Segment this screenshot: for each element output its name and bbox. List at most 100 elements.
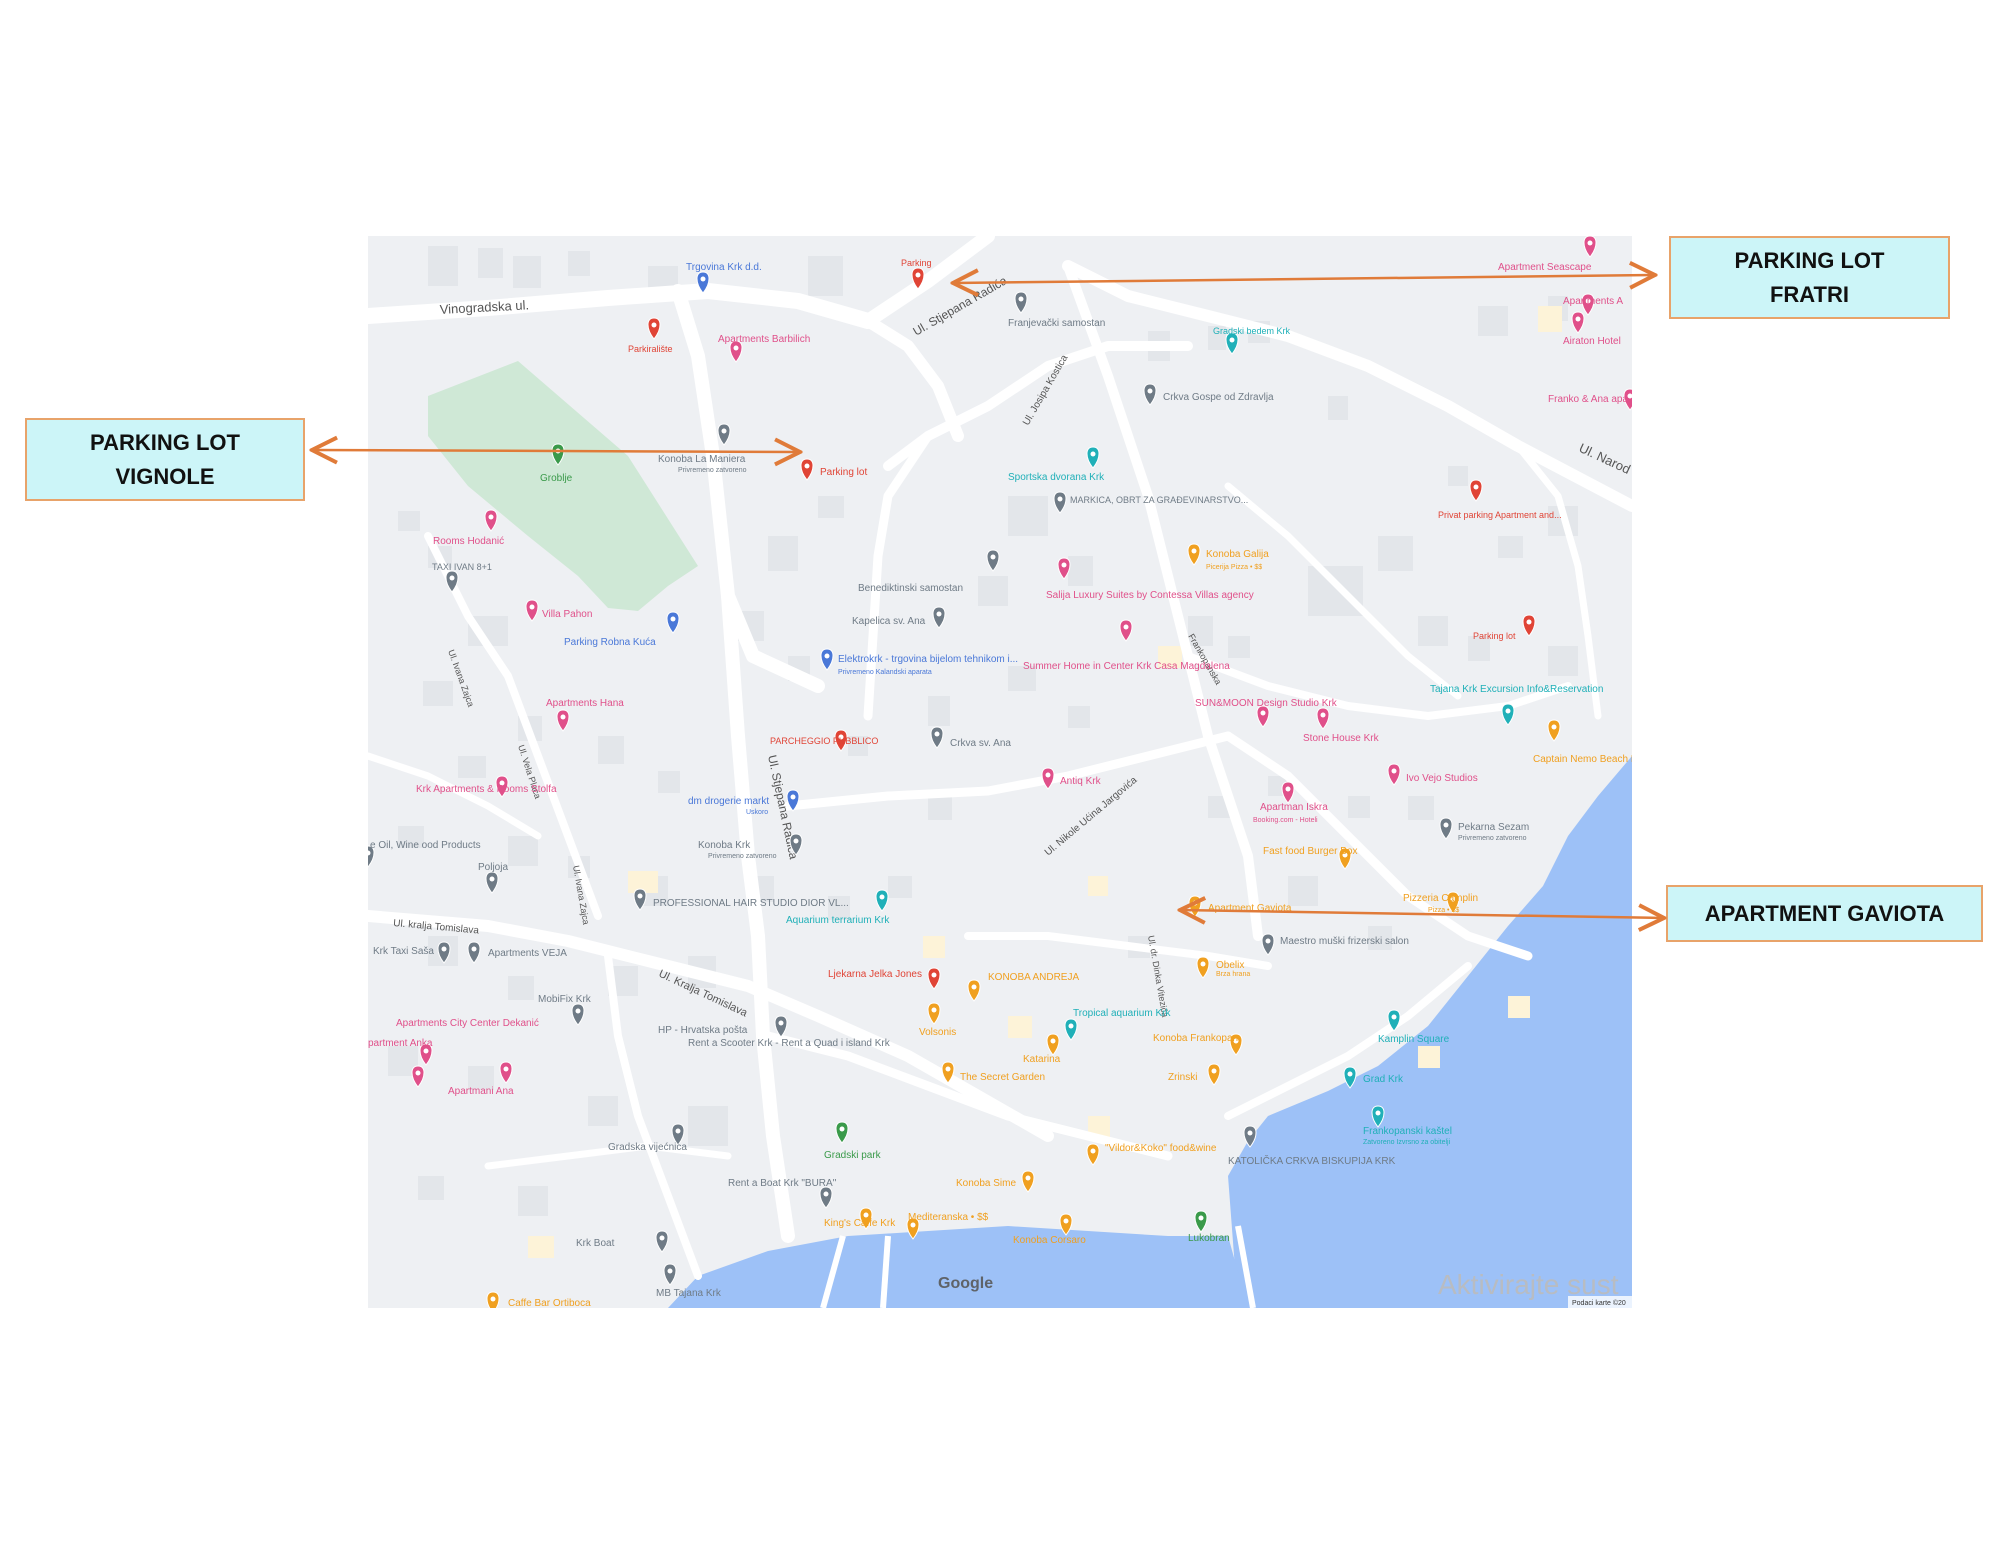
poi-label[interactable]: Rent a Scooter Krk - Rent a Quad i islan… <box>688 1038 891 1049</box>
poi-label[interactable]: Apartment Gaviota <box>1208 903 1292 914</box>
poi-label[interactable]: Fast food Burger Box <box>1263 846 1358 857</box>
poi-label[interactable]: Franko & Ana apa <box>1548 394 1628 405</box>
poi-label[interactable]: Konoba La Maniera <box>658 454 746 465</box>
poi-label[interactable]: Maestro muški frizerski salon <box>1280 936 1409 947</box>
poi-label[interactable]: Krk Taxi Saša <box>373 946 434 957</box>
poi-label[interactable]: MARKICA, OBRT ZA GRAĐEVINARSTVO... <box>1070 495 1248 505</box>
poi-label[interactable]: Katarina <box>1023 1054 1061 1065</box>
callout-parking-lot-vignole: PARKING LOT VIGNOLE <box>25 418 305 501</box>
poi-label[interactable]: Rent a Boat Krk "BURA" <box>728 1178 837 1189</box>
poi-label[interactable]: Trgovina Krk d.d. <box>686 262 762 273</box>
poi-label[interactable]: dm drogerie markt <box>688 796 769 807</box>
poi-label[interactable]: Konoba Sime <box>956 1178 1016 1189</box>
poi-label[interactable]: Kamplin Square <box>1378 1034 1450 1045</box>
poi-label[interactable]: Parkiralište <box>628 344 673 354</box>
poi-label[interactable]: Privremeno zatvoreno <box>708 853 777 860</box>
poi-label[interactable]: Zatvoreno Izvrsno za obitelji <box>1363 1139 1451 1146</box>
poi-label[interactable]: Tajana Krk Excursion Info&Reservation <box>1430 684 1603 695</box>
poi-label[interactable]: Pizzeria Camplin <box>1403 893 1478 904</box>
poi-label[interactable]: Summer Home in Center Krk Casa Magdalena <box>1023 661 1230 672</box>
poi-label[interactable]: Gradski park <box>824 1150 882 1161</box>
poi-label[interactable]: Konoba Frankopan <box>1153 1033 1238 1044</box>
poi-label[interactable]: Konoba Krk <box>698 840 751 851</box>
poi-label[interactable]: Captain Nemo Beach BAR <box>1533 754 1632 765</box>
poi-label[interactable]: Konoba Corsaro <box>1013 1235 1086 1246</box>
poi-label[interactable]: Villa Pahon <box>542 609 592 620</box>
poi-label[interactable]: Konoba Galija <box>1206 549 1269 560</box>
poi-label[interactable]: Apartment Seascape <box>1498 262 1592 273</box>
poi-label[interactable]: Uskoro <box>746 809 768 816</box>
poi-label[interactable]: MB Tajana Krk <box>656 1288 722 1299</box>
poi-label[interactable]: Airaton Hotel <box>1563 336 1621 347</box>
poi-label[interactable]: Zrinski <box>1168 1072 1197 1083</box>
poi-label[interactable]: Parking lot <box>820 467 867 478</box>
poi-label[interactable]: Parking <box>901 258 932 268</box>
poi-label[interactable]: Ljekarna Jelka Jones <box>828 969 922 980</box>
poi-label[interactable]: e Oil, Wine ood Products <box>370 840 481 851</box>
poi-label[interactable]: Volsonis <box>919 1027 956 1038</box>
poi-label[interactable]: Privat parking Apartment and... <box>1438 510 1562 520</box>
activation-watermark: Aktivirajte sust <box>1438 1269 1619 1300</box>
poi-label[interactable]: HP - Hrvatska pošta <box>658 1025 748 1036</box>
poi-label[interactable]: Apartments A <box>1563 296 1623 307</box>
poi-label[interactable]: Gradski bedem Krk <box>1213 326 1291 336</box>
map-pin-icon[interactable] <box>486 1291 500 1308</box>
poi-label[interactable]: Privremeno zatvoreno <box>1458 835 1527 842</box>
poi-label[interactable]: Stone House Krk <box>1303 733 1380 744</box>
poi-label[interactable]: partment Anka <box>368 1038 433 1049</box>
map-data-credit: Podaci karte ©20 <box>1572 1299 1626 1307</box>
poi-label[interactable]: Franjevački samostan <box>1008 318 1105 329</box>
poi-label[interactable]: Caffe Bar Ortiboca <box>508 1298 591 1308</box>
poi-label[interactable]: Poljoja <box>478 862 508 873</box>
poi-label[interactable]: Krk Boat <box>576 1238 615 1249</box>
poi-label[interactable]: Aquarium terrarium Krk <box>786 915 890 926</box>
map-view[interactable]: Vinogradska ul. Ul. Stjepana Radića Ul. St… <box>368 236 1632 1308</box>
poi-label[interactable]: SUN&MOON Design Studio Krk <box>1195 698 1338 709</box>
poi-label[interactable]: Gradska vijećnica <box>608 1142 687 1153</box>
poi-label[interactable]: Apartmani Ana <box>448 1086 514 1097</box>
poi-label[interactable]: Lukobran <box>1188 1233 1230 1244</box>
poi-label[interactable]: Pizza • $$ <box>1428 907 1459 914</box>
poi-label[interactable]: TAXI IVAN 8+1 <box>432 562 492 572</box>
poi-label[interactable]: Apartments City Center Dekanić <box>396 1018 539 1029</box>
poi-label[interactable]: Kapelica sv. Ana <box>852 616 926 627</box>
poi-label[interactable]: Crkva Gospe od Zdravlja <box>1163 392 1274 403</box>
poi-label[interactable]: Obelix <box>1216 960 1244 971</box>
poi-label[interactable]: Picerija Pizza • $$ <box>1206 564 1262 571</box>
poi-label[interactable]: Rooms Hodanić <box>433 536 504 547</box>
callout-parking-lot-fratri-text: PARKING LOT FRATRI <box>1734 247 1885 307</box>
poi-label[interactable]: Pekarna Sezam <box>1458 822 1529 833</box>
poi-label[interactable]: Mediteranska • $$ <box>908 1212 989 1223</box>
poi-label[interactable]: "Vildor&Koko" food&wine <box>1105 1143 1217 1154</box>
poi-label[interactable]: Parking Robna Kuća <box>564 637 656 648</box>
poi-label[interactable]: KONOBA ANDREJA <box>988 972 1079 983</box>
poi-label[interactable]: Benediktinski samostan <box>858 583 963 594</box>
poi-label[interactable]: Krk Apartments & Rooms Stolfa <box>416 784 557 795</box>
poi-label[interactable]: Apartman Iskra <box>1260 802 1328 813</box>
poi-label[interactable]: Parking lot <box>1473 631 1516 641</box>
poi-label[interactable]: Privremeno Kalandski aparata <box>838 669 932 676</box>
poi-label[interactable]: Brza hrana <box>1216 971 1250 978</box>
poi-label[interactable]: Apartments Hana <box>546 698 624 709</box>
poi-label[interactable]: Grad Krk <box>1363 1074 1404 1085</box>
poi-label[interactable]: Privremeno zatvoreno <box>678 467 747 474</box>
poi-label[interactable]: PARCHEGGIO PUBBLICO <box>770 736 878 746</box>
poi-label[interactable]: Tropical aquarium Krk <box>1073 1008 1171 1019</box>
poi-label[interactable]: PROFESSIONAL HAIR STUDIO DIOR VL... <box>653 898 849 909</box>
poi-label[interactable]: MobiFix Krk <box>538 994 592 1005</box>
poi-label[interactable]: Antiq Krk <box>1060 776 1102 787</box>
poi-label[interactable]: Sportska dvorana Krk <box>1008 472 1105 483</box>
poi-label[interactable]: Ivo Vejo Studios <box>1406 773 1478 784</box>
poi-label[interactable]: Crkva sv. Ana <box>950 738 1011 749</box>
poi-label[interactable]: Groblje <box>540 473 573 484</box>
poi-label[interactable]: Apartments VEJA <box>488 948 567 959</box>
poi-label[interactable]: Elektrokrk - trgovina bijelom tehnikom i… <box>838 654 1018 665</box>
poi-label[interactable]: Frankopanski kaštel <box>1363 1126 1452 1137</box>
poi-label[interactable]: The Secret Garden <box>960 1072 1045 1083</box>
map-canvas[interactable]: Vinogradska ul. Ul. Stjepana RadićaUl. St… <box>368 236 1632 1308</box>
poi-label[interactable]: Apartments Barbilich <box>718 334 810 345</box>
poi-label[interactable]: King's Caffe Krk <box>824 1218 896 1229</box>
poi-label[interactable]: KATOLIČKA CRKVA BISKUPIJA KRK <box>1228 1154 1396 1167</box>
poi-label[interactable]: Booking.com - Hoteli <box>1253 817 1318 824</box>
poi-label[interactable]: Salija Luxury Suites by Contessa Villas … <box>1046 590 1254 601</box>
